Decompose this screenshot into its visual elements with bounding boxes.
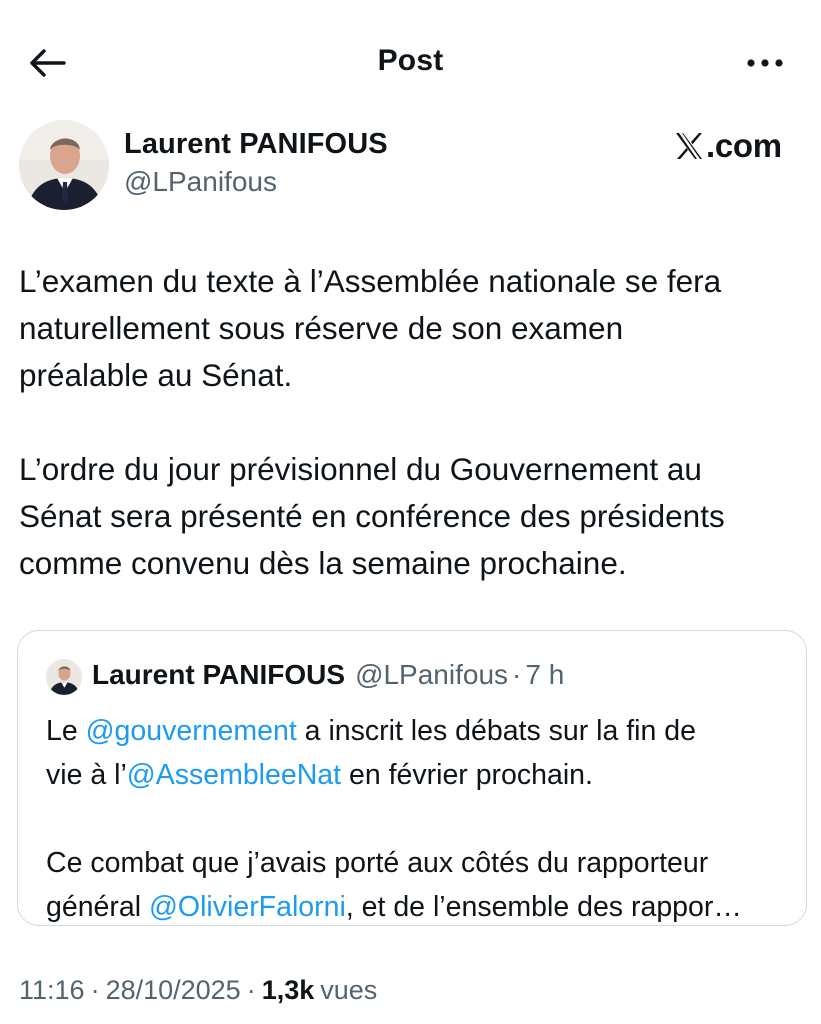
more-horizontal-icon — [747, 59, 783, 67]
quoted-author-avatar[interactable] — [46, 659, 82, 695]
author-avatar[interactable] — [19, 120, 109, 210]
page-title: Post — [377, 44, 444, 77]
text-fragment: en février prochain. — [341, 759, 593, 791]
quoted-header: Laurent PANIFOUS @LPanifous · 7 h — [92, 659, 564, 691]
post-meta: 11:16 · 28/10/2025 · 1,3k vues — [19, 975, 377, 1006]
quoted-author-name[interactable]: Laurent PANIFOUS — [92, 659, 345, 691]
author-handle[interactable]: @LPanifous — [124, 166, 277, 198]
text-fragment: général — [46, 891, 149, 923]
views-count[interactable]: 1,3k — [262, 975, 315, 1006]
text-fragment: a inscrit les débats sur la fin de — [296, 715, 696, 747]
separator-dot: · — [246, 975, 256, 1005]
profile-photo — [46, 659, 82, 695]
post-text: L’examen du texte à l’Assemblée national… — [19, 258, 809, 587]
views-label: vues — [320, 975, 378, 1005]
post-line: L’ordre du jour prévisionnel du Gouverne… — [19, 451, 702, 487]
profile-photo — [19, 120, 109, 210]
text-fragment: vie à l’ — [46, 759, 127, 791]
quoted-post-text: Le @gouvernement a inscrit les débats su… — [46, 709, 791, 929]
quoted-line: Ce combat que j’avais porté aux côtés du… — [46, 847, 709, 879]
mention-link[interactable]: @OlivierFalorni — [149, 891, 346, 923]
top-bar: Post — [0, 0, 821, 126]
quoted-line: vie à l’@AssembleeNat en février prochai… — [46, 753, 791, 797]
mention-link[interactable]: @gouvernement — [86, 715, 297, 747]
post-date[interactable]: 28/10/2025 — [106, 975, 241, 1006]
author-name[interactable]: Laurent PANIFOUS — [124, 128, 388, 161]
text-fragment: , et de l’ensemble des rappor… — [345, 891, 742, 923]
more-options-button[interactable] — [744, 48, 786, 78]
post-line: L’examen du texte à l’Assemblée national… — [19, 263, 722, 299]
x-logo-icon — [676, 133, 702, 159]
post-line: préalable au Sénat. — [19, 357, 293, 393]
quoted-line: général @OlivierFalorni, et de l’ensembl… — [46, 885, 791, 929]
text-fragment: Le — [46, 715, 86, 747]
post-line: comme convenu dès la semaine prochaine. — [19, 545, 627, 581]
separator-dot: · — [90, 975, 100, 1005]
x-com-logo[interactable]: .com — [674, 127, 782, 165]
post-time[interactable]: 11:16 — [19, 975, 85, 1006]
quoted-line: Le @gouvernement a inscrit les débats su… — [46, 709, 791, 753]
separator-dot: · — [512, 659, 522, 690]
quoted-timestamp[interactable]: 7 h — [525, 659, 564, 691]
mention-link[interactable]: @AssembleeNat — [127, 759, 341, 791]
post-line: naturellement sous réserve de son examen — [19, 310, 624, 346]
quoted-author-handle[interactable]: @LPanifous — [355, 659, 508, 691]
post-line: Sénat sera présenté en conférence des pr… — [19, 498, 725, 534]
quoted-post-card[interactable]: Laurent PANIFOUS @LPanifous · 7 h Le @go… — [17, 630, 807, 926]
brand-text: .com — [706, 127, 782, 164]
